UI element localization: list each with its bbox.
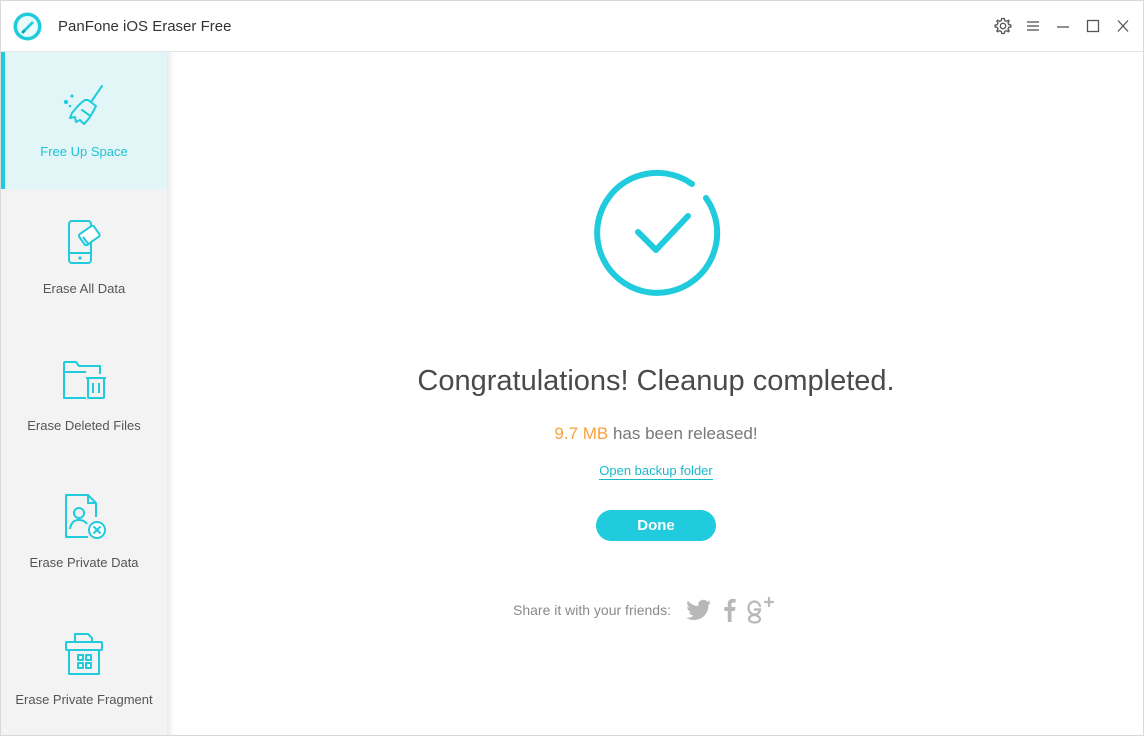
title-bar: PanFone iOS Eraser Free <box>1 1 1143 52</box>
sidebar-divider <box>167 52 175 735</box>
sidebar-item-erase-private-data[interactable]: Erase Private Data <box>1 463 167 600</box>
sidebar: Free Up Space Erase All Data Erase Delet… <box>1 52 167 735</box>
sidebar-item-erase-deleted-files[interactable]: Erase Deleted Files <box>1 326 167 463</box>
share-row: Share it with your friends: <box>513 596 783 624</box>
sidebar-item-label: Erase All Data <box>42 281 126 296</box>
sidebar-item-erase-private-fragment[interactable]: Erase Private Fragment <box>1 600 167 737</box>
active-indicator <box>1 52 5 189</box>
settings-icon[interactable] <box>993 14 1013 38</box>
app-logo-icon <box>13 12 42 41</box>
app-window: PanFone iOS Eraser Free Free Up Space Er… <box>0 0 1144 736</box>
google-plus-icon[interactable] <box>745 596 775 624</box>
fragment-bin-icon <box>65 633 103 675</box>
menu-icon[interactable] <box>1023 14 1043 38</box>
broom-icon <box>63 85 103 125</box>
released-message: 9.7 MB has been released! <box>175 424 1137 444</box>
main-panel: Congratulations! Cleanup completed. 9.7 … <box>175 52 1143 735</box>
released-size: 9.7 MB <box>554 424 609 443</box>
sidebar-item-free-up-space[interactable]: Free Up Space <box>1 52 167 189</box>
contact-file-delete-icon <box>65 494 106 539</box>
open-backup-folder-link[interactable]: Open backup folder <box>599 463 713 480</box>
checkmark-circle-icon <box>594 169 721 296</box>
released-text: has been released! <box>608 424 758 443</box>
sidebar-item-label: Free Up Space <box>40 144 128 159</box>
completion-heading: Congratulations! Cleanup completed. <box>417 365 895 397</box>
sidebar-item-erase-all-data[interactable]: Erase All Data <box>1 189 167 326</box>
facebook-icon[interactable] <box>721 597 737 623</box>
phone-eraser-icon <box>68 220 101 264</box>
sidebar-item-label: Erase Private Data <box>29 555 139 570</box>
maximize-icon[interactable] <box>1083 14 1103 38</box>
app-title: PanFone iOS Eraser Free <box>58 18 232 35</box>
share-label: Share it with your friends: <box>513 602 671 618</box>
folder-trash-icon <box>63 361 106 399</box>
sidebar-item-label: Erase Deleted Files <box>27 418 141 433</box>
minimize-icon[interactable] <box>1053 14 1073 38</box>
close-icon[interactable] <box>1113 14 1133 38</box>
done-button[interactable]: Done <box>596 510 716 541</box>
sidebar-item-label: Erase Private Fragment <box>15 692 153 707</box>
twitter-icon[interactable] <box>685 598 713 622</box>
